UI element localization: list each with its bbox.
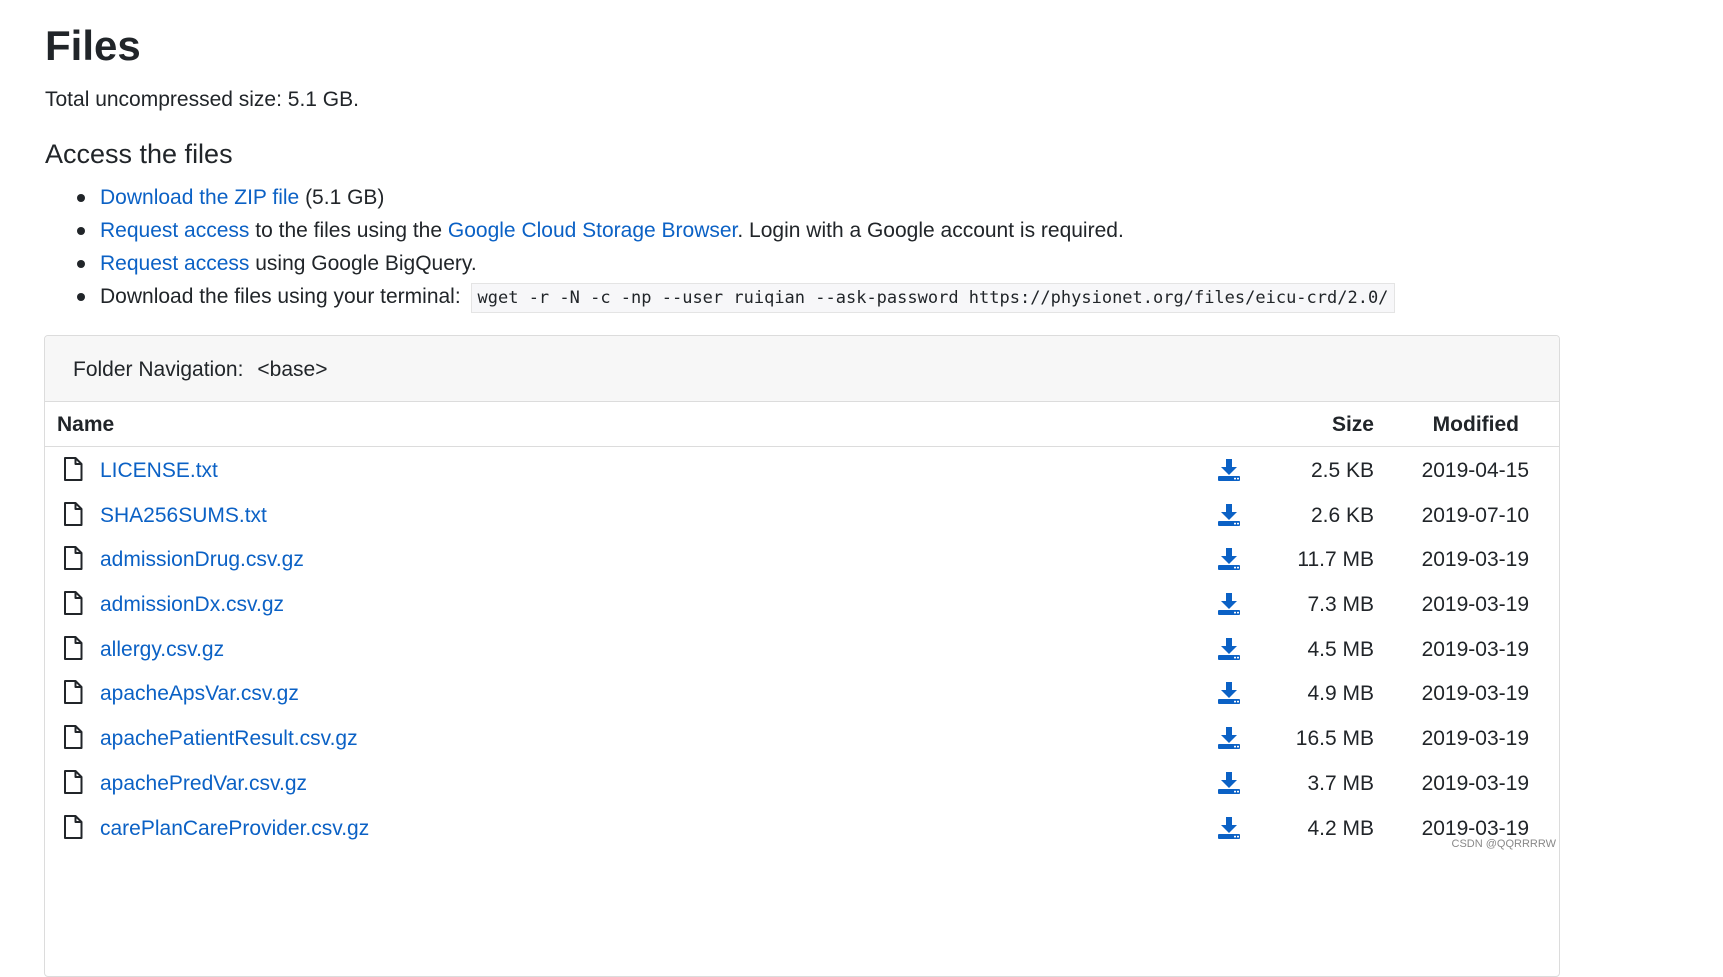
file-link[interactable]: admissionDrug.csv.gz bbox=[100, 536, 304, 583]
download-icon[interactable] bbox=[1217, 816, 1241, 840]
file-link[interactable]: LICENSE.txt bbox=[100, 447, 218, 494]
file-modified: 2019-03-19 bbox=[1421, 637, 1529, 661]
file-size: 4.2 MB bbox=[1307, 816, 1374, 840]
file-link[interactable]: apachePatientResult.csv.gz bbox=[100, 715, 358, 762]
bigquery-text: using Google BigQuery. bbox=[249, 252, 477, 275]
file-icon bbox=[64, 457, 83, 481]
gcs-browser-link[interactable]: Google Cloud Storage Browser bbox=[448, 219, 738, 242]
file-row: carePlanCareProvider.csv.gz 4.2 MB 2019-… bbox=[45, 805, 1559, 850]
access-item-terminal: Download the files using your terminal: … bbox=[0, 280, 1396, 313]
column-name[interactable]: Name bbox=[57, 402, 114, 448]
terminal-text: Download the files using your terminal: bbox=[100, 285, 467, 308]
bullet bbox=[77, 227, 85, 235]
file-icon bbox=[64, 814, 83, 839]
file-link[interactable]: admissionDx.csv.gz bbox=[100, 581, 284, 628]
download-zip-link[interactable]: Download the ZIP file bbox=[100, 186, 299, 209]
file-modified: 2019-07-10 bbox=[1421, 503, 1529, 527]
file-size: 2.5 KB bbox=[1310, 459, 1374, 482]
download-icon[interactable] bbox=[1217, 681, 1241, 705]
page-title: Files bbox=[45, 22, 141, 69]
download-icon[interactable] bbox=[1217, 637, 1241, 661]
file-size: 16.5 MB bbox=[1295, 727, 1374, 751]
download-icon[interactable] bbox=[1217, 592, 1241, 616]
file-icon bbox=[64, 635, 83, 660]
file-icon bbox=[64, 501, 83, 526]
file-row: apachePredVar.csv.gz 3.7 MB 2019-03-19 bbox=[45, 760, 1559, 805]
file-link[interactable]: allergy.csv.gz bbox=[100, 626, 224, 673]
file-size: 11.7 MB bbox=[1297, 548, 1374, 572]
wget-command[interactable]: wget -r -N -c -np --user ruiqian --ask-p… bbox=[470, 283, 1396, 313]
file-size: 2.6 KB bbox=[1310, 503, 1374, 527]
file-link[interactable]: carePlanCareProvider.csv.gz bbox=[100, 805, 369, 852]
access-item-gcs: Request access to the files using the Go… bbox=[0, 214, 1395, 247]
access-item-bigquery: Request access using Google BigQuery. bbox=[0, 247, 1395, 280]
download-icon[interactable] bbox=[1217, 547, 1241, 571]
file-icon bbox=[64, 546, 83, 571]
bullet bbox=[77, 260, 85, 268]
file-size: 4.5 MB bbox=[1307, 637, 1374, 661]
column-size[interactable]: Size bbox=[1332, 402, 1374, 448]
folder-navigation-label: Folder Navigation: bbox=[73, 358, 244, 381]
file-icon bbox=[64, 769, 83, 794]
file-link[interactable]: apachePredVar.csv.gz bbox=[100, 760, 307, 807]
file-row: admissionDrug.csv.gz 11.7 MB 2019-03-19 bbox=[45, 536, 1559, 581]
gcs-text: to the files using the bbox=[249, 219, 448, 242]
gcs-login-text: . Login with a Google account is require… bbox=[737, 219, 1124, 242]
file-row: apachePatientResult.csv.gz 16.5 MB 2019-… bbox=[45, 715, 1559, 760]
file-modified: 2019-03-19 bbox=[1421, 771, 1529, 795]
folder-current: <base> bbox=[257, 358, 328, 381]
file-row: SHA256SUMS.txt 2.6 KB 2019-07-10 bbox=[45, 492, 1559, 537]
file-modified: 2019-03-19 bbox=[1421, 548, 1529, 572]
file-row: allergy.csv.gz 4.5 MB 2019-03-19 bbox=[45, 626, 1559, 671]
download-icon[interactable] bbox=[1217, 726, 1241, 750]
zip-size-text: (5.1 GB) bbox=[299, 186, 385, 209]
files-table-body: LICENSE.txt 2.5 KB 2019-04-15 SHA256SUMS… bbox=[45, 447, 1559, 849]
watermark: CSDN @QQRRRRW bbox=[1451, 838, 1556, 850]
column-modified[interactable]: Modified bbox=[1433, 402, 1519, 448]
file-link[interactable]: apacheApsVar.csv.gz bbox=[100, 670, 299, 717]
access-list: Download the ZIP file (5.1 GB) Request a… bbox=[0, 181, 1396, 313]
download-icon[interactable] bbox=[1217, 458, 1241, 482]
bullet bbox=[77, 293, 85, 301]
request-access-bigquery-link[interactable]: Request access bbox=[100, 252, 249, 275]
download-icon[interactable] bbox=[1217, 503, 1241, 527]
file-link[interactable]: SHA256SUMS.txt bbox=[100, 492, 267, 539]
files-table-header: Name Size Modified bbox=[45, 402, 1559, 447]
file-icon bbox=[64, 680, 83, 705]
file-modified: 2019-03-19 bbox=[1421, 682, 1529, 706]
file-row: LICENSE.txt 2.5 KB 2019-04-15 bbox=[45, 447, 1559, 492]
file-row: apacheApsVar.csv.gz 4.9 MB 2019-03-19 bbox=[45, 670, 1559, 715]
file-size: 7.3 MB bbox=[1307, 593, 1374, 617]
access-item-zip: Download the ZIP file (5.1 GB) bbox=[0, 181, 1395, 214]
download-icon[interactable] bbox=[1217, 771, 1241, 795]
file-modified: 2019-03-19 bbox=[1421, 593, 1529, 617]
file-size: 4.9 MB bbox=[1307, 682, 1374, 706]
file-row: admissionDx.csv.gz 7.3 MB 2019-03-19 bbox=[45, 581, 1559, 626]
file-modified: 2019-03-19 bbox=[1421, 727, 1529, 751]
file-size: 3.7 MB bbox=[1307, 771, 1374, 795]
request-access-gcs-link[interactable]: Request access bbox=[100, 219, 249, 242]
files-panel: Folder Navigation: <base> Name Size Modif… bbox=[44, 335, 1560, 977]
folder-navigation: Folder Navigation: <base> bbox=[45, 336, 1559, 402]
total-size-text: Total uncompressed size: 5.1 GB. bbox=[45, 88, 359, 111]
file-icon bbox=[64, 591, 83, 616]
file-icon bbox=[64, 725, 83, 750]
file-modified: 2019-04-15 bbox=[1421, 459, 1529, 482]
access-heading: Access the files bbox=[45, 139, 233, 169]
bullet bbox=[77, 194, 85, 202]
